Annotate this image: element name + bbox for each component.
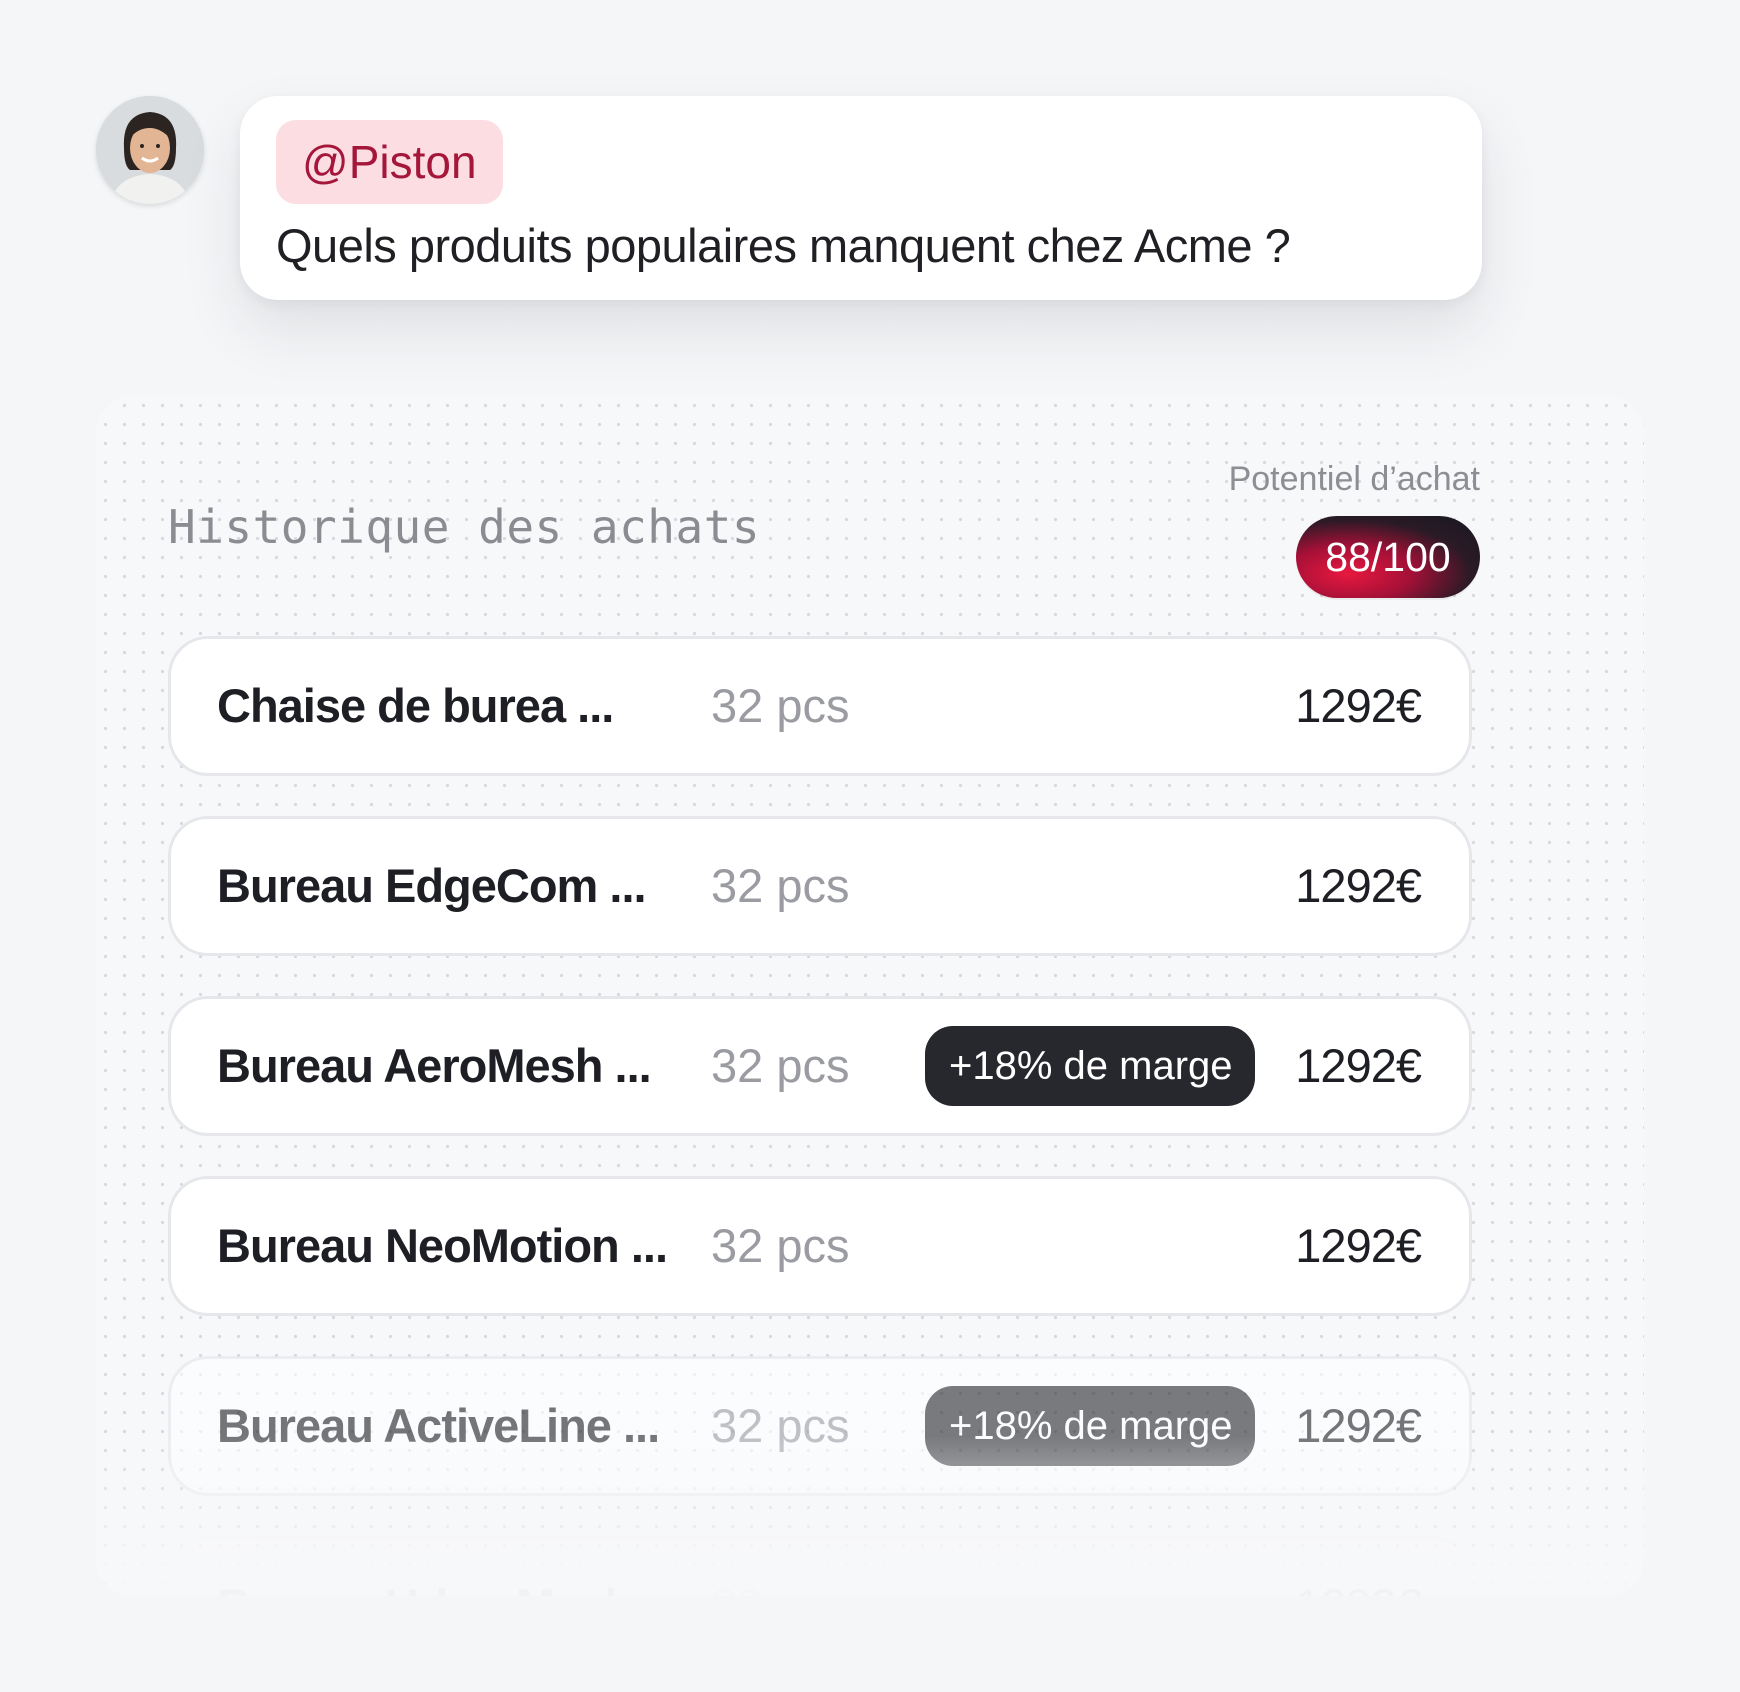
list-item[interactable]: Bureau UrbanMesh ... 32 pcs 1292€ [168,1536,1472,1596]
user-avatar-photo-icon [96,96,204,204]
user-avatar [96,96,204,204]
product-price: 1292€ [1295,1399,1422,1452]
purchase-potential-label: Potentiel d’achat [1228,460,1480,498]
product-price: 1292€ [1295,679,1422,732]
product-quantity: 32 pcs [711,1219,850,1272]
product-name: Bureau EdgeCom ... [217,859,647,912]
panel-title: Historique des achats [168,500,761,554]
product-name: Bureau UrbanMesh ... [217,1539,681,1596]
mention-tag[interactable]: @Piston [276,120,503,204]
product-name: Bureau NeoMotion ... [217,1219,668,1272]
list-item[interactable]: Chaise de burea ... 32 pcs 1292€ [168,636,1472,776]
product-price: 1292€ [1295,1539,1422,1596]
margin-badge: +18% de marge [925,1386,1255,1466]
chat-message-bubble: @Piston Quels produits populaires manque… [240,96,1482,300]
list-item[interactable]: Bureau NeoMotion ... 32 pcs 1292€ [168,1176,1472,1316]
product-quantity: 32 pcs [711,1039,850,1092]
product-price: 1292€ [1295,1039,1422,1092]
product-quantity: 32 pcs [711,859,850,912]
product-name: Bureau AeroMesh ... [217,1039,652,1092]
product-quantity: 32 pcs [711,679,850,732]
margin-badge: +18% de marge [925,1026,1255,1106]
purchase-potential-score-badge: 88/100 [1296,516,1480,598]
list-item[interactable]: Bureau AeroMesh ... 32 pcs +18% de marge… [168,996,1472,1136]
list-item[interactable]: Bureau EdgeCom ... 32 pcs 1292€ [168,816,1472,956]
product-quantity: 32 pcs [711,1399,850,1452]
product-name: Chaise de burea ... [217,679,614,732]
purchase-list: Chaise de burea ... 32 pcs 1292€ Bureau … [168,636,1472,1596]
product-price: 1292€ [1295,1219,1422,1272]
purchase-history-panel: Historique des achats Potentiel d’achat … [96,396,1644,1596]
message-text: Quels produits populaires manquent chez … [276,219,1291,272]
list-item[interactable]: Bureau ActiveLine ... 32 pcs +18% de mar… [168,1356,1472,1496]
product-quantity: 32 pcs [711,1539,849,1596]
product-name: Bureau ActiveLine ... [217,1399,660,1452]
product-price: 1292€ [1295,859,1422,912]
